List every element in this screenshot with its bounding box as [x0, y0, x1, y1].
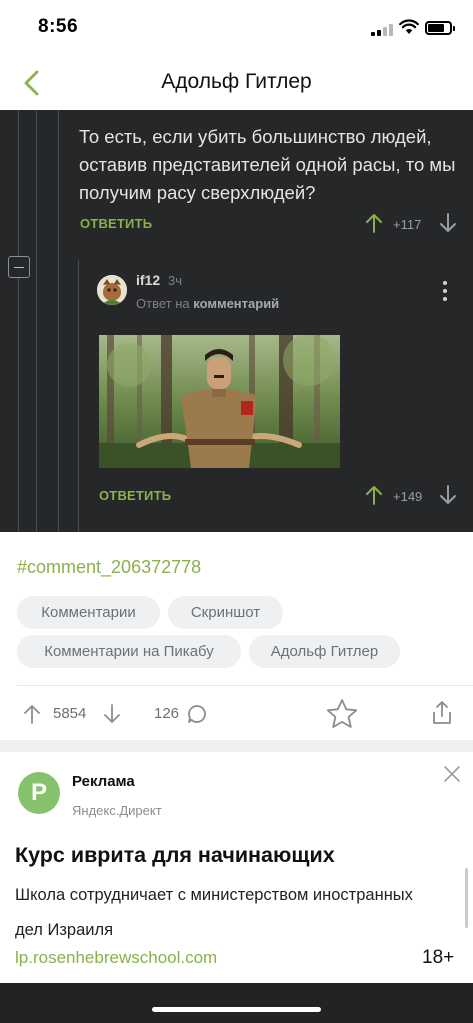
comments-thread: То есть, если убить большинство людей, о… [0, 110, 473, 532]
close-icon[interactable] [442, 764, 462, 784]
status-time: 8:56 [38, 16, 79, 37]
comment-bubble-icon[interactable] [187, 704, 207, 724]
upvote-arrow-icon[interactable] [23, 704, 41, 724]
signal-icon [371, 24, 393, 36]
reply-to-prefix: Ответ на [136, 296, 190, 311]
avatar[interactable] [97, 275, 127, 305]
ad-logo[interactable]: P [18, 772, 60, 814]
downvote-arrow-icon[interactable] [439, 485, 457, 505]
tag-chip[interactable]: Комментарии [17, 596, 160, 629]
scroll-indicator [465, 868, 468, 928]
divider [17, 685, 473, 686]
reply-to-link[interactable]: комментарий [193, 296, 279, 311]
reply-button[interactable]: ОТВЕТИТЬ [80, 216, 152, 231]
comment-rating: +117 [393, 217, 422, 232]
tag-chip[interactable]: Скриншот [168, 596, 283, 629]
post-rating: 5854 [53, 705, 87, 722]
comment-hashtag-link[interactable]: #comment_206372778 [17, 557, 201, 578]
reply-to-info: Ответ на комментарий [136, 296, 279, 311]
comment-count[interactable]: 126 [154, 705, 179, 722]
wifi-icon [399, 19, 419, 34]
share-icon[interactable] [429, 700, 455, 726]
thread-line [58, 110, 59, 532]
comment-image[interactable] [99, 335, 340, 468]
battery-icon [425, 21, 455, 35]
ad-url-link[interactable]: lp.rosenhebrewschool.com [15, 948, 217, 968]
ad-label: Реклама [72, 773, 135, 790]
ad-title[interactable]: Курс иврита для начинающих [15, 843, 335, 868]
comment-rating: +149 [393, 489, 423, 504]
status-bar: 8:56 [0, 0, 473, 58]
upvote-arrow-icon[interactable] [365, 213, 383, 233]
more-options-icon[interactable] [440, 280, 450, 302]
top-bar: Адольф Гитлер [0, 58, 473, 110]
page-title: Адольф Гитлер [161, 70, 312, 93]
thread-line [36, 110, 37, 532]
section-separator [0, 740, 473, 752]
tag-chip[interactable]: Комментарии на Пикабу [17, 635, 241, 668]
thread-line [78, 260, 79, 532]
ad-source: Яндекс.Директ [72, 803, 162, 818]
downvote-arrow-icon[interactable] [439, 213, 457, 233]
tag-chip[interactable]: Адольф Гитлер [249, 635, 400, 668]
thread-line [18, 110, 19, 532]
downvote-arrow-icon[interactable] [103, 704, 121, 724]
upvote-arrow-icon[interactable] [365, 485, 383, 505]
comment-text: То есть, если убить большинство людей, о… [79, 126, 456, 203]
collapse-thread-button[interactable] [8, 256, 30, 278]
comment-time: 3ч [168, 273, 183, 288]
ad-description: Школа сотрудничает с министерством иност… [15, 886, 413, 939]
home-indicator[interactable] [152, 1007, 321, 1012]
comment-author[interactable]: if12 [136, 272, 160, 288]
reply-button[interactable]: ОТВЕТИТЬ [99, 488, 171, 503]
age-rating: 18+ [422, 947, 455, 968]
next-content-preview [0, 983, 473, 1023]
post-actions-bar: 5854 126 [0, 690, 473, 738]
star-icon[interactable] [325, 697, 359, 731]
